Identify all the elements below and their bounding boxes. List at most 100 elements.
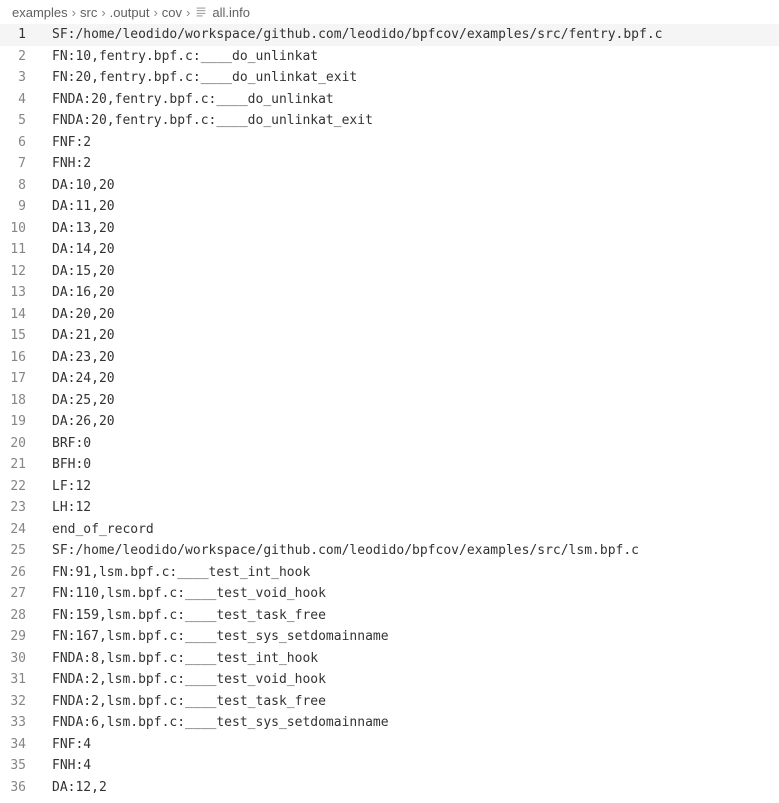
line-number[interactable]: 21	[0, 454, 52, 476]
editor-line[interactable]: 19DA:26,20	[0, 411, 779, 433]
line-content[interactable]: DA:12,2	[52, 777, 107, 799]
line-content[interactable]: FN:91,lsm.bpf.c:____test_int_hook	[52, 562, 310, 584]
line-content[interactable]: LH:12	[52, 497, 91, 519]
line-number[interactable]: 18	[0, 390, 52, 412]
line-content[interactable]: FNDA:2,lsm.bpf.c:____test_void_hook	[52, 669, 326, 691]
editor-line[interactable]: 16DA:23,20	[0, 347, 779, 369]
editor-line[interactable]: 20BRF:0	[0, 433, 779, 455]
line-number[interactable]: 4	[0, 89, 52, 111]
breadcrumb-item-1[interactable]: src	[80, 5, 97, 20]
breadcrumb-item-file[interactable]: all.info	[212, 5, 250, 20]
editor-line[interactable]: 13DA:16,20	[0, 282, 779, 304]
editor-line[interactable]: 30FNDA:8,lsm.bpf.c:____test_int_hook	[0, 648, 779, 670]
editor-line[interactable]: 1SF:/home/leodido/workspace/github.com/l…	[0, 24, 779, 46]
editor-line[interactable]: 25SF:/home/leodido/workspace/github.com/…	[0, 540, 779, 562]
line-number[interactable]: 19	[0, 411, 52, 433]
line-number[interactable]: 2	[0, 46, 52, 68]
line-number[interactable]: 24	[0, 519, 52, 541]
line-content[interactable]: DA:13,20	[52, 218, 115, 240]
line-number[interactable]: 11	[0, 239, 52, 261]
line-number[interactable]: 25	[0, 540, 52, 562]
editor-line[interactable]: 8DA:10,20	[0, 175, 779, 197]
line-number[interactable]: 3	[0, 67, 52, 89]
editor-line[interactable]: 11DA:14,20	[0, 239, 779, 261]
line-number[interactable]: 32	[0, 691, 52, 713]
line-content[interactable]: FNF:4	[52, 734, 91, 756]
line-number[interactable]: 9	[0, 196, 52, 218]
editor-line[interactable]: 21BFH:0	[0, 454, 779, 476]
editor-line[interactable]: 14DA:20,20	[0, 304, 779, 326]
line-number[interactable]: 7	[0, 153, 52, 175]
line-number[interactable]: 29	[0, 626, 52, 648]
editor-line[interactable]: 29FN:167,lsm.bpf.c:____test_sys_setdomai…	[0, 626, 779, 648]
editor-line[interactable]: 15DA:21,20	[0, 325, 779, 347]
line-content[interactable]: FNDA:2,lsm.bpf.c:____test_task_free	[52, 691, 326, 713]
editor-line[interactable]: 5FNDA:20,fentry.bpf.c:____do_unlinkat_ex…	[0, 110, 779, 132]
line-content[interactable]: DA:26,20	[52, 411, 115, 433]
breadcrumb-item-3[interactable]: cov	[162, 5, 182, 20]
editor-line[interactable]: 2FN:10,fentry.bpf.c:____do_unlinkat	[0, 46, 779, 68]
line-number[interactable]: 34	[0, 734, 52, 756]
line-number[interactable]: 26	[0, 562, 52, 584]
editor-line[interactable]: 35FNH:4	[0, 755, 779, 777]
editor-line[interactable]: 27FN:110,lsm.bpf.c:____test_void_hook	[0, 583, 779, 605]
line-content[interactable]: FNF:2	[52, 132, 91, 154]
line-number[interactable]: 22	[0, 476, 52, 498]
line-content[interactable]: DA:10,20	[52, 175, 115, 197]
line-content[interactable]: FNDA:8,lsm.bpf.c:____test_int_hook	[52, 648, 318, 670]
editor-line[interactable]: 22LF:12	[0, 476, 779, 498]
line-content[interactable]: DA:25,20	[52, 390, 115, 412]
line-number[interactable]: 5	[0, 110, 52, 132]
line-number[interactable]: 15	[0, 325, 52, 347]
line-content[interactable]: FNDA:20,fentry.bpf.c:____do_unlinkat_exi…	[52, 110, 373, 132]
line-number[interactable]: 6	[0, 132, 52, 154]
line-number[interactable]: 1	[0, 24, 52, 46]
editor-line[interactable]: 6FNF:2	[0, 132, 779, 154]
editor-line[interactable]: 4FNDA:20,fentry.bpf.c:____do_unlinkat	[0, 89, 779, 111]
line-content[interactable]: FN:110,lsm.bpf.c:____test_void_hook	[52, 583, 326, 605]
editor-line[interactable]: 28FN:159,lsm.bpf.c:____test_task_free	[0, 605, 779, 627]
editor-line[interactable]: 34FNF:4	[0, 734, 779, 756]
line-content[interactable]: FN:20,fentry.bpf.c:____do_unlinkat_exit	[52, 67, 357, 89]
line-content[interactable]: end_of_record	[52, 519, 154, 541]
breadcrumb-item-0[interactable]: examples	[12, 5, 68, 20]
line-number[interactable]: 16	[0, 347, 52, 369]
line-number[interactable]: 12	[0, 261, 52, 283]
line-content[interactable]: BRF:0	[52, 433, 91, 455]
line-content[interactable]: DA:16,20	[52, 282, 115, 304]
line-number[interactable]: 13	[0, 282, 52, 304]
editor-line[interactable]: 23LH:12	[0, 497, 779, 519]
line-content[interactable]: DA:21,20	[52, 325, 115, 347]
editor-line[interactable]: 18DA:25,20	[0, 390, 779, 412]
line-number[interactable]: 31	[0, 669, 52, 691]
line-number[interactable]: 8	[0, 175, 52, 197]
editor-line[interactable]: 26FN:91,lsm.bpf.c:____test_int_hook	[0, 562, 779, 584]
line-number[interactable]: 35	[0, 755, 52, 777]
editor-line[interactable]: 10DA:13,20	[0, 218, 779, 240]
line-content[interactable]: DA:23,20	[52, 347, 115, 369]
line-content[interactable]: FN:167,lsm.bpf.c:____test_sys_setdomainn…	[52, 626, 389, 648]
line-number[interactable]: 30	[0, 648, 52, 670]
line-number[interactable]: 33	[0, 712, 52, 734]
line-content[interactable]: FNDA:6,lsm.bpf.c:____test_sys_setdomainn…	[52, 712, 389, 734]
line-content[interactable]: SF:/home/leodido/workspace/github.com/le…	[52, 24, 779, 46]
line-content[interactable]: FNH:2	[52, 153, 91, 175]
line-content[interactable]: SF:/home/leodido/workspace/github.com/le…	[52, 540, 639, 562]
code-editor[interactable]: 1SF:/home/leodido/workspace/github.com/l…	[0, 24, 779, 798]
line-number[interactable]: 14	[0, 304, 52, 326]
line-content[interactable]: DA:11,20	[52, 196, 115, 218]
line-content[interactable]: DA:14,20	[52, 239, 115, 261]
line-content[interactable]: FNDA:20,fentry.bpf.c:____do_unlinkat	[52, 89, 334, 111]
editor-line[interactable]: 32FNDA:2,lsm.bpf.c:____test_task_free	[0, 691, 779, 713]
line-content[interactable]: LF:12	[52, 476, 91, 498]
line-number[interactable]: 10	[0, 218, 52, 240]
line-content[interactable]: DA:24,20	[52, 368, 115, 390]
editor-line[interactable]: 17DA:24,20	[0, 368, 779, 390]
editor-line[interactable]: 9DA:11,20	[0, 196, 779, 218]
editor-line[interactable]: 12DA:15,20	[0, 261, 779, 283]
editor-line[interactable]: 24end_of_record	[0, 519, 779, 541]
line-content[interactable]: DA:20,20	[52, 304, 115, 326]
line-content[interactable]: FNH:4	[52, 755, 91, 777]
line-number[interactable]: 36	[0, 777, 52, 799]
line-number[interactable]: 20	[0, 433, 52, 455]
